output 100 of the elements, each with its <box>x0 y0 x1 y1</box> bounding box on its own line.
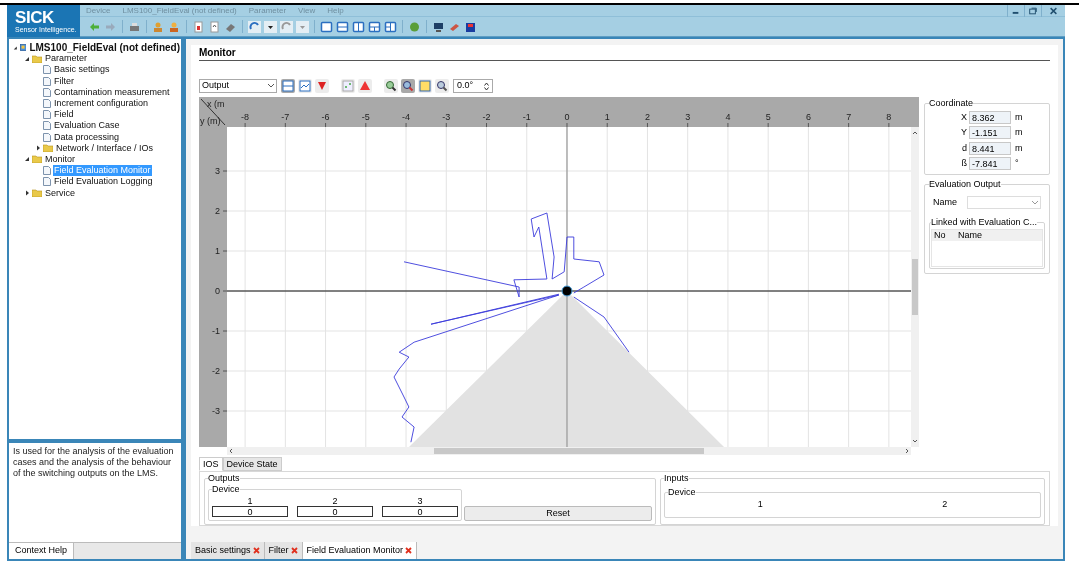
channel-number: 3 <box>417 496 423 506</box>
tick-label: -1 <box>212 326 220 336</box>
close-icon[interactable] <box>405 547 413 554</box>
layout-icon[interactable] <box>336 20 349 33</box>
tab[interactable]: Field Evaluation Monitor <box>302 542 418 559</box>
field-label: Name <box>933 196 957 209</box>
tick-label: 7 <box>846 112 852 122</box>
caret-icon[interactable] <box>13 44 18 51</box>
field-label: d <box>961 141 967 155</box>
zoom-in-icon[interactable] <box>384 79 398 93</box>
column-header: No <box>933 228 947 242</box>
column-header: Name <box>958 228 982 242</box>
vertical-scrollbar[interactable] <box>911 127 919 447</box>
tree-item[interactable]: Service <box>44 187 76 199</box>
zoom-out-icon[interactable] <box>401 79 415 93</box>
logo-text: SICK <box>15 8 55 26</box>
tree-item[interactable]: Filter <box>53 75 75 87</box>
field-label: X <box>960 110 967 124</box>
tree-item[interactable]: Parameter <box>44 53 89 65</box>
tick-label: 8 <box>886 112 892 122</box>
field-label: ß <box>960 157 967 170</box>
layout-icon[interactable] <box>352 20 365 33</box>
layout-icon[interactable] <box>320 20 333 33</box>
tree-item[interactable]: Field <box>53 109 75 121</box>
zoom-icon[interactable] <box>435 79 449 93</box>
context-help-tab[interactable]: Context Help <box>9 543 75 559</box>
close-icon[interactable] <box>252 547 260 554</box>
tree-item[interactable]: Field Evaluation Logging <box>53 176 154 188</box>
reset-button[interactable]: Reset <box>464 506 652 521</box>
tick-label: -6 <box>321 112 330 122</box>
list-view-icon[interactable] <box>281 79 295 93</box>
panel-title: Monitor <box>199 46 236 60</box>
tab[interactable]: Device State <box>222 457 282 471</box>
tick-label: 3 <box>685 112 691 122</box>
document-icon[interactable] <box>192 20 205 33</box>
unit-label: m <box>1015 126 1023 139</box>
output-value: 0 <box>297 506 373 517</box>
caret-icon[interactable] <box>35 145 41 152</box>
tree-item[interactable]: Network / Interface / IOs <box>55 142 155 154</box>
folder-icon <box>32 54 42 63</box>
printer-icon[interactable] <box>128 20 141 33</box>
tree-item[interactable]: Evaluation Case <box>53 120 121 132</box>
channel-number: 1 <box>757 499 763 509</box>
spinner-arrows-icon[interactable] <box>484 81 489 91</box>
tree-item[interactable]: Basic settings <box>53 64 111 76</box>
unit-label: m <box>1015 141 1023 155</box>
tick-label: 0 <box>564 112 570 122</box>
corner-divider <box>200 98 226 126</box>
tick-label: -2 <box>212 366 220 376</box>
coordinate-field: 8.362 <box>969 110 1011 124</box>
layout-icon[interactable] <box>368 20 381 33</box>
warning-icon[interactable] <box>358 79 372 93</box>
caret-icon[interactable] <box>24 156 30 163</box>
tree-item[interactable]: Increment configuration <box>53 98 150 110</box>
axis-label: y (m) <box>200 116 221 126</box>
dropdown-value: Output <box>202 79 230 93</box>
horizontal-scrollbar[interactable] <box>227 447 911 455</box>
unit-label: m <box>1015 110 1023 124</box>
close-icon[interactable] <box>290 547 298 554</box>
view-dropdown[interactable]: Output <box>199 79 277 93</box>
tick-label: -2 <box>482 112 491 122</box>
axis-label: x (m <box>207 99 225 109</box>
chart-view-icon[interactable] <box>298 79 312 93</box>
tab[interactable]: Basic settings <box>191 542 265 559</box>
layout-icon[interactable] <box>384 20 397 33</box>
group-title: Outputs <box>208 472 240 485</box>
user-icon[interactable] <box>168 20 181 33</box>
field-label: Y <box>960 126 967 139</box>
tick-label: 1 <box>604 112 610 122</box>
caret-icon[interactable] <box>24 190 30 197</box>
tick-label: -7 <box>281 112 290 122</box>
tick-label: 3 <box>215 166 220 176</box>
tab[interactable]: IOS <box>199 457 223 471</box>
coordinate-field: -1.151 <box>969 126 1011 140</box>
tree-item[interactable]: Data processing <box>53 131 121 143</box>
tree-item[interactable]: Contamination measurement <box>53 86 171 98</box>
group-title: Linked with Evaluation C... <box>931 215 1038 229</box>
tick-label: -3 <box>442 112 451 122</box>
caret-icon[interactable] <box>24 55 30 62</box>
tick-label: 5 <box>765 112 771 122</box>
monitor-icon[interactable] <box>432 20 445 33</box>
group-title: Inputs <box>664 472 689 485</box>
tick-label: -4 <box>402 112 411 122</box>
caret-icon[interactable] <box>264 20 277 33</box>
output-value: 0 <box>382 506 458 517</box>
marker-icon[interactable] <box>315 79 329 93</box>
channel-number: 2 <box>332 496 338 506</box>
tick-label: 2 <box>215 206 220 216</box>
sync-icon[interactable] <box>248 20 261 33</box>
angle-spinner[interactable]: 0.0° <box>453 79 493 93</box>
tick-label: 1 <box>215 246 220 256</box>
tab[interactable]: Filter <box>264 542 303 559</box>
tree-item[interactable]: LMS100_FieldEval (not defined) <box>28 42 181 54</box>
tick-label: -3 <box>212 406 220 416</box>
caret-icon <box>1032 200 1038 205</box>
caret-icon <box>268 84 274 88</box>
angle-value: 0.0° <box>457 79 474 93</box>
group-title: Device <box>668 485 696 499</box>
tree-item[interactable]: Monitor <box>44 153 76 165</box>
tick-label: -8 <box>241 112 250 122</box>
